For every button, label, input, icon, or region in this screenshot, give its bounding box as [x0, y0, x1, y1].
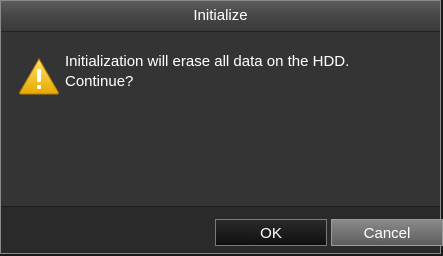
initialize-dialog: Initialize Initialization will erase all…	[0, 0, 443, 254]
message-line-1: Initialization will erase all data on th…	[65, 53, 350, 70]
ok-button[interactable]: OK	[215, 219, 327, 246]
dialog-message: Initialization will erase all data on th…	[65, 52, 425, 92]
warning-icon	[19, 57, 59, 95]
cancel-button[interactable]: Cancel	[331, 219, 443, 246]
dialog-title: Initialize	[1, 1, 440, 32]
message-line-2: Continue?	[65, 73, 134, 90]
dialog-footer: OK Cancel	[1, 206, 443, 253]
